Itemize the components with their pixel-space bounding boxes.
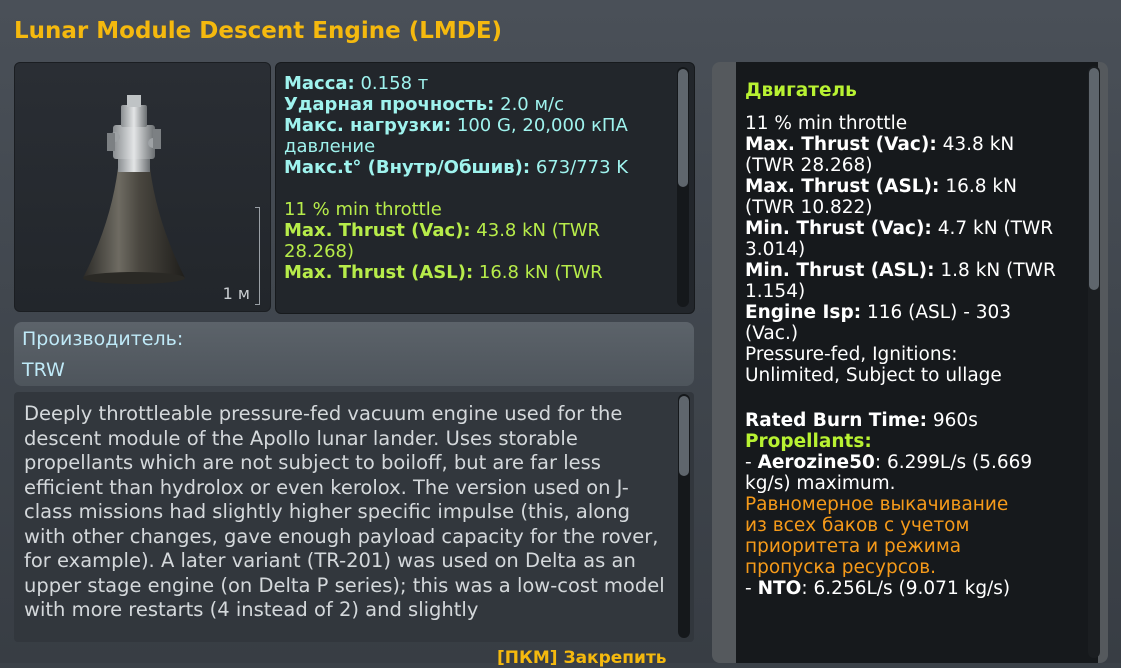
propellants-label: Propellants: bbox=[745, 431, 872, 452]
flow-note-line4: пропуска ресурсов. bbox=[745, 557, 937, 578]
propellant-1: - Aerozine50: 6.299L/s (5.669 bbox=[745, 452, 1083, 473]
thrust-vac-value-cont: 28.268) bbox=[284, 241, 355, 262]
engine-max-thrust-asl: Max. Thrust (ASL): 16.8 kN bbox=[745, 176, 1083, 197]
engine-max-thrust-asl-twr: (TWR 10.822) bbox=[745, 197, 873, 218]
propellant-2-dash: - bbox=[745, 578, 758, 599]
description-box: Deeply throttleable pressure-fed vacuum … bbox=[14, 392, 694, 642]
description-scroll-thumb[interactable] bbox=[679, 396, 689, 476]
stats-scrollbar[interactable] bbox=[677, 67, 689, 307]
flow-note-line1: Равномерное выкачивание bbox=[745, 494, 1009, 515]
propellant-2-name: NTO bbox=[757, 578, 802, 599]
part-stats-text: Масса: 0.158 т Ударная прочность: 2.0 м/… bbox=[284, 73, 674, 283]
engine-min-throttle: 11 % min throttle bbox=[745, 113, 908, 134]
engine-header: Двигатель bbox=[745, 80, 857, 101]
mass-row: Масса: 0.158 т bbox=[284, 73, 674, 94]
propellant-2: - NTO: 6.256L/s (9.071 kg/s) bbox=[745, 578, 1083, 599]
propellant-1-rate: : 6.299L/s (5.669 bbox=[874, 452, 1033, 473]
engine-burn-label: Rated Burn Time: bbox=[745, 410, 927, 431]
max-load-label: Макс. нагрузки: bbox=[284, 115, 452, 136]
part-title: Lunar Module Descent Engine (LMDE) bbox=[14, 18, 503, 44]
engine-isp-label: Engine Isp: bbox=[745, 302, 862, 323]
manufacturer-label: Производитель: bbox=[22, 328, 184, 350]
engine-max-thrust-vac-twr: (TWR 28.268) bbox=[745, 155, 873, 176]
engine-model-image bbox=[83, 95, 185, 284]
part-stats-box: Масса: 0.158 т Ударная прочность: 2.0 м/… bbox=[275, 62, 695, 314]
flow-note-line3: приоритета и режима bbox=[745, 536, 962, 557]
thrust-vac-label: Max. Thrust (Vac): bbox=[284, 220, 471, 241]
propellant-1-name: Aerozine50 bbox=[757, 452, 875, 473]
scale-label: 1 м bbox=[222, 284, 250, 303]
thrust-asl-row: Max. Thrust (ASL): 16.8 kN (TWR bbox=[284, 262, 674, 283]
impact-value: 2.0 м/с bbox=[500, 94, 565, 115]
engine-panel-inner: Двигатель 11 % min throttle Max. Thrust … bbox=[736, 62, 1098, 663]
engine-panel-scroll-thumb[interactable] bbox=[1089, 68, 1099, 290]
engine-feed-line2: Unlimited, Subject to ullage bbox=[745, 365, 1002, 386]
impact-label: Ударная прочность: bbox=[284, 94, 495, 115]
thrust-asl-value: 16.8 kN (TWR bbox=[478, 262, 603, 283]
engine-min-thrust-asl: Min. Thrust (ASL): 1.8 kN (TWR bbox=[745, 260, 1083, 281]
min-throttle: 11 % min throttle bbox=[284, 199, 442, 220]
temp-row: Макс.t° (Внутр/Обшив): 673/773 K bbox=[284, 157, 674, 178]
engine-min-thrust-asl-label: Min. Thrust (ASL): bbox=[745, 260, 935, 281]
max-load-row: Макс. нагрузки: 100 G, 20,000 кПА bbox=[284, 115, 674, 136]
propellant-1-rate-cont: kg/s) maximum. bbox=[745, 473, 896, 494]
engine-feed-line1: Pressure-fed, Ignitions: bbox=[745, 344, 958, 365]
thrust-asl-label: Max. Thrust (ASL): bbox=[284, 262, 474, 283]
scale-bar bbox=[255, 207, 260, 305]
engine-max-thrust-asl-value: 16.8 kN bbox=[945, 176, 1017, 197]
max-load-value-cont: давление bbox=[284, 136, 376, 157]
engine-max-thrust-asl-label: Max. Thrust (ASL): bbox=[745, 176, 940, 197]
engine-info-text: Двигатель 11 % min throttle Max. Thrust … bbox=[745, 80, 1083, 599]
engine-min-thrust-vac: Min. Thrust (Vac): 4.7 kN (TWR bbox=[745, 218, 1083, 239]
engine-min-thrust-asl-value: 1.8 kN (TWR bbox=[940, 260, 1056, 281]
engine-panel: Двигатель 11 % min throttle Max. Thrust … bbox=[712, 62, 1108, 663]
max-load-value: 100 G, 20,000 кПА bbox=[456, 115, 628, 136]
engine-burn-time: Rated Burn Time: 960s bbox=[745, 410, 1083, 431]
propellant-1-dash: - bbox=[745, 452, 758, 473]
manufacturer-value: TRW bbox=[22, 359, 65, 381]
part-info-window: Lunar Module Descent Engine (LMDE) 1 м М… bbox=[0, 0, 1121, 668]
temp-value: 673/773 K bbox=[535, 157, 629, 178]
engine-min-thrust-asl-twr: 1.154) bbox=[745, 281, 806, 302]
part-thumbnail: 1 м bbox=[14, 62, 271, 312]
mass-value: 0.158 т bbox=[360, 73, 429, 94]
description-text: Deeply throttleable pressure-fed vacuum … bbox=[24, 402, 665, 621]
engine-max-thrust-vac-value: 43.8 kN bbox=[942, 134, 1015, 155]
temp-label: Макс.t° (Внутр/Обшив): bbox=[284, 157, 531, 178]
thrust-vac-row: Max. Thrust (Vac): 43.8 kN (TWR bbox=[284, 220, 674, 241]
propellant-2-rate: : 6.256L/s (9.071 kg/s) bbox=[801, 578, 1011, 599]
mass-label: Масса: bbox=[284, 73, 355, 94]
engine-isp: Engine Isp: 116 (ASL) - 303 bbox=[745, 302, 1083, 323]
thrust-vac-value: 43.8 kN (TWR bbox=[476, 220, 601, 241]
engine-burn-value: 960s bbox=[932, 410, 978, 431]
description-scrollbar[interactable] bbox=[678, 394, 690, 638]
engine-min-thrust-vac-label: Min. Thrust (Vac): bbox=[745, 218, 932, 239]
stats-scroll-thumb[interactable] bbox=[678, 69, 688, 187]
engine-isp-value: 116 (ASL) - 303 bbox=[866, 302, 1012, 323]
engine-isp-value-cont: (Vac.) bbox=[745, 323, 799, 344]
pin-hint: [ПКМ] Закрепить bbox=[497, 648, 667, 668]
engine-min-thrust-vac-twr: 3.014) bbox=[745, 239, 806, 260]
engine-panel-scrollbar[interactable] bbox=[1088, 66, 1100, 658]
impact-row: Ударная прочность: 2.0 м/с bbox=[284, 94, 674, 115]
engine-max-thrust-vac: Max. Thrust (Vac): 43.8 kN bbox=[745, 134, 1083, 155]
engine-max-thrust-vac-label: Max. Thrust (Vac): bbox=[745, 134, 937, 155]
flow-note-line2: из всех баков с учетом bbox=[745, 515, 970, 536]
engine-min-thrust-vac-value: 4.7 kN (TWR bbox=[937, 218, 1054, 239]
manufacturer-header: Производитель: TRW bbox=[14, 322, 694, 386]
